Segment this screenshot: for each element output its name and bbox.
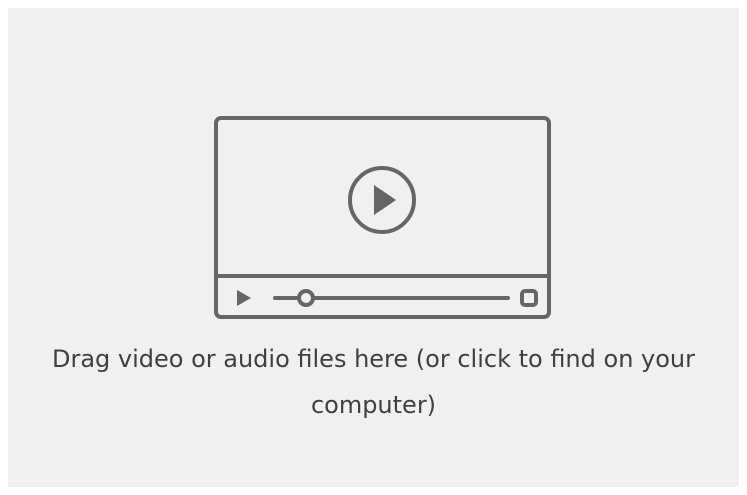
media-dropzone[interactable]: Drag video or audio files here (or click… [8, 8, 739, 487]
video-player-icon [214, 116, 551, 319]
player-frame [214, 116, 551, 319]
dropzone-message: Drag video or audio files here (or click… [51, 345, 695, 419]
stop-icon [520, 289, 538, 307]
play-circle-icon [348, 166, 416, 234]
scrubber-knob [297, 289, 315, 307]
control-play-icon [237, 290, 251, 306]
